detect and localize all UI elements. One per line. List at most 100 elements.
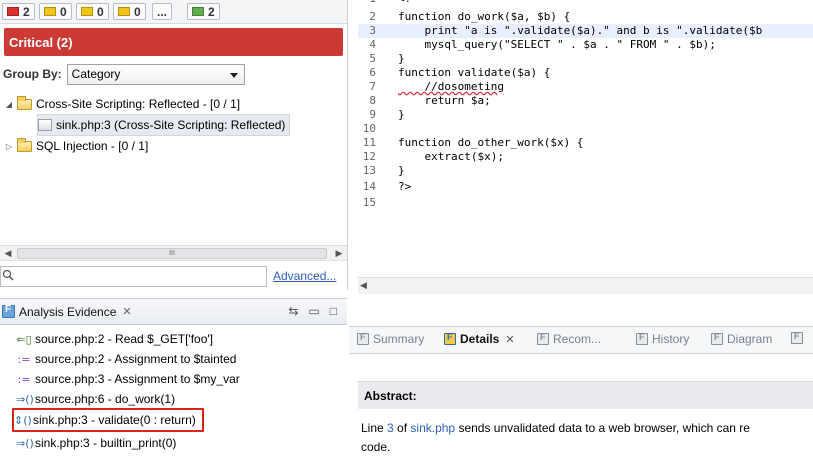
tab-label: Diagram	[727, 332, 773, 346]
tab-summary[interactable]: Summary	[357, 332, 424, 346]
evidence-view-icon	[2, 304, 15, 318]
evidence-item[interactable]: ⇒() sink.php:3 - builtin_print(0)	[16, 433, 176, 453]
evidence-item[interactable]: := source.php:3 - Assignment to $my_var	[16, 369, 240, 389]
history-view-icon	[636, 332, 648, 345]
code-line: 13}	[362, 164, 405, 177]
evidence-item-label: source.php:3 - Assignment to $my_var	[35, 372, 240, 386]
code-line: 12 extract($x);	[362, 150, 504, 163]
issue-count-bar: 2 0 0 0 ... 2	[0, 0, 347, 24]
abstract-line-2: code.	[361, 440, 391, 454]
low-count: 0	[134, 4, 141, 19]
scroll-left-arrow-icon[interactable]: ◀	[360, 280, 367, 291]
collapsed-triangle-icon[interactable]: ▷	[4, 141, 14, 151]
line-number-link[interactable]: 3	[387, 421, 394, 435]
details-pane: Abstract: Line 3 of sink.php sends unval…	[349, 355, 813, 459]
tab-overflow[interactable]	[791, 331, 807, 344]
assignment-icon: :=	[17, 372, 31, 386]
details-view-icon	[444, 332, 456, 345]
issue-file-icon	[38, 119, 52, 131]
function-return-icon: ⇕()	[14, 413, 32, 427]
tree-group-sqli[interactable]: ▷ SQL Injection - [0 / 1]	[4, 136, 148, 156]
group-by-select[interactable]: Category	[66, 63, 245, 85]
scroll-right-arrow-icon[interactable]: ▶	[332, 247, 346, 260]
code-line: 7 //dosometing	[369, 80, 504, 93]
more-chip[interactable]: ...	[152, 3, 173, 20]
evidence-toolbar: ⇆ ▭ □	[288, 304, 337, 318]
close-icon[interactable]: ✕	[122, 305, 131, 318]
code-line: 1<?	[358, 0, 813, 6]
medium-swatch	[81, 7, 93, 16]
tab-label: Details	[460, 332, 500, 346]
code-line: 8 return $a;	[369, 94, 491, 107]
close-icon[interactable]: ✕	[505, 333, 514, 346]
code-line: 5}	[369, 52, 405, 65]
code-line: 2 function do_work($a, $b) {	[369, 10, 571, 23]
diagram-view-icon	[711, 332, 723, 345]
critical-folder-bar[interactable]: Critical (2)	[4, 28, 343, 56]
expanded-triangle-icon[interactable]: ◢	[4, 99, 14, 109]
panel-divider	[347, 0, 348, 290]
code-line: 15	[362, 196, 376, 209]
details-tab-bar: Summary Details ✕ Recom... History Diagr…	[349, 326, 813, 354]
scroll-thumb[interactable]: III	[17, 248, 327, 259]
link-with-editor-icon[interactable]: ⇆	[288, 304, 298, 318]
tab-history[interactable]: History	[636, 332, 689, 346]
tree-horizontal-scrollbar[interactable]: ◀ III ▶	[0, 245, 347, 261]
abstract-text: Line 3 of sink.php sends unvalidated dat…	[361, 419, 813, 457]
evidence-list: ⇐▯ source.php:2 - Read $_GET['foo'] := s…	[0, 327, 347, 459]
info-count-chip[interactable]: 2	[187, 3, 220, 20]
search-row: Advanced...	[0, 263, 347, 290]
low-count-chip[interactable]: 0	[113, 3, 146, 20]
tab-diagram[interactable]: Diagram	[711, 332, 772, 346]
tab-label: History	[652, 332, 690, 346]
abstract-heading: Abstract:	[358, 381, 813, 409]
scroll-left-arrow-icon[interactable]: ◀	[1, 247, 15, 260]
source-read-icon: ⇐▯	[16, 332, 32, 346]
tree-group-label: SQL Injection - [0 / 1]	[36, 139, 149, 153]
tree-issue-sink[interactable]: sink.php:3 (Cross-Site Scripting: Reflec…	[36, 114, 291, 136]
editor-horizontal-scrollbar[interactable]: ◀	[358, 277, 813, 294]
evidence-item-selected[interactable]: ⇕() sink.php:3 - validate(0 : return)	[12, 408, 204, 432]
tab-details[interactable]: Details ✕	[444, 332, 515, 346]
code-line: 9}	[369, 108, 405, 121]
issues-panel: 2 0 0 0 ... 2 Critical (2) Group By: Cat…	[0, 0, 347, 459]
evidence-item-label: source.php:6 - do_work(1)	[35, 392, 176, 406]
evidence-item-label: sink.php:3 - validate(0 : return)	[33, 413, 196, 427]
tree-issue-label: sink.php:3 (Cross-Site Scripting: Reflec…	[56, 118, 286, 132]
tab-recommendations[interactable]: Recom...	[537, 332, 601, 346]
low-swatch	[118, 7, 130, 16]
medium-count-chip[interactable]: 0	[76, 3, 109, 20]
critical-count-chip[interactable]: 2	[2, 3, 35, 20]
analysis-evidence-title: Analysis Evidence	[19, 304, 117, 319]
folder-icon	[17, 95, 32, 110]
evidence-item-label: source.php:2 - Read $_GET['foo']	[35, 332, 214, 346]
critical-swatch	[7, 7, 19, 16]
advanced-search-link[interactable]: Advanced...	[273, 269, 336, 283]
group-by-label: Group By:	[3, 67, 62, 81]
evidence-item[interactable]: := source.php:2 - Assignment to $tainted	[16, 349, 237, 369]
chevron-down-icon	[229, 72, 238, 78]
code-line: 11 function do_other_work($x) {	[362, 136, 584, 149]
high-count: 0	[60, 4, 67, 19]
analysis-evidence-tab[interactable]: Analysis Evidence ✕ ⇆ ▭ □	[0, 298, 347, 325]
evidence-item[interactable]: ⇒() source.php:6 - do_work(1)	[16, 389, 175, 409]
maximize-icon[interactable]: □	[330, 304, 337, 318]
group-by-row: Group By: Category	[0, 62, 245, 86]
evidence-item[interactable]: ⇐▯ source.php:2 - Read $_GET['foo']	[16, 329, 213, 349]
assignment-icon: :=	[17, 352, 31, 366]
tree-group-label: Cross-Site Scripting: Reflected - [0 / 1…	[36, 97, 241, 111]
scroll-thumb-grip: III	[169, 250, 175, 257]
file-link[interactable]: sink.php	[410, 421, 455, 435]
critical-count: 2	[23, 4, 30, 19]
tree-group-xss[interactable]: ◢ Cross-Site Scripting: Reflected - [0 /…	[4, 94, 240, 114]
high-count-chip[interactable]: 0	[39, 3, 72, 20]
issue-tree: ◢ Cross-Site Scripting: Reflected - [0 /…	[0, 92, 347, 232]
summary-view-icon	[357, 332, 369, 345]
medium-count: 0	[97, 4, 104, 19]
critical-label: Critical (2)	[9, 34, 73, 50]
code-editor[interactable]: 1<? 2function do_work($a, $b) { 3 print …	[358, 0, 813, 294]
tab-label: Summary	[373, 332, 425, 346]
minimize-icon[interactable]: ▭	[308, 304, 319, 318]
folder-icon	[17, 137, 32, 152]
search-input[interactable]	[0, 266, 267, 287]
